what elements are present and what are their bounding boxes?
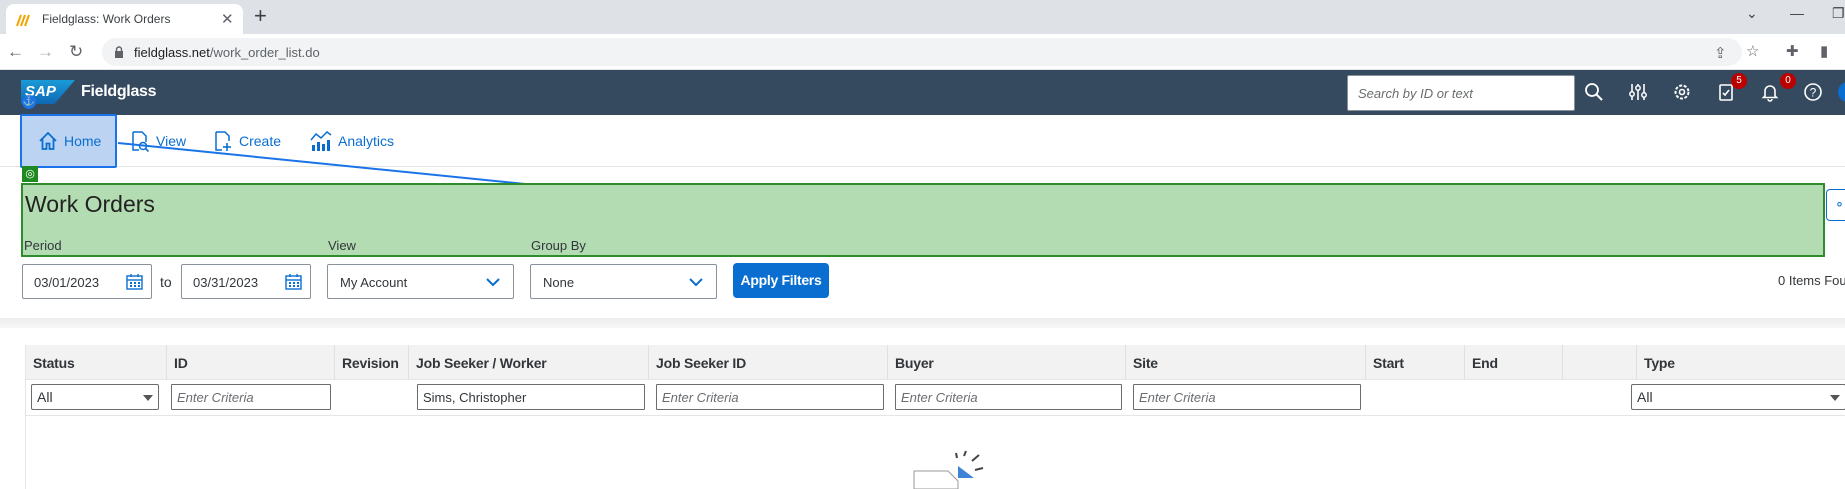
column-header-type[interactable]: Type [1637,345,1845,380]
more-options-button[interactable]: ⚬⚬ [1826,189,1845,221]
loading-spinner-icon [913,450,984,489]
table-header-row: Status ID Revision Job Seeker / Worker J… [26,345,1845,380]
apply-filters-button[interactable]: Apply Filters [733,263,829,298]
items-found-count: 0 Items Fou [1778,273,1845,288]
period-label: Period [24,238,62,253]
period-from-value: 03/01/2023 [34,275,100,290]
calendar-icon[interactable] [126,273,143,290]
job-seeker-id-filter-input[interactable]: Enter Criteria [656,384,884,410]
dropdown-arrow-icon [143,395,153,401]
period-to-value: 03/31/2023 [193,275,259,290]
group-by-label: Group By [531,238,586,253]
worker-filter-input[interactable]: Sims, Christopher [417,384,645,410]
group-by-select-value: None [543,275,575,290]
column-header-site[interactable]: Site [1126,345,1366,380]
calendar-icon[interactable] [285,273,302,290]
buyer-filter-input[interactable]: Enter Criteria [895,384,1122,410]
view-select[interactable]: My Account [327,264,514,299]
column-header-worker[interactable]: Job Seeker / Worker [409,345,649,380]
period-from-date-input[interactable]: 03/01/2023 [22,264,152,299]
site-filter-input[interactable]: Enter Criteria [1133,384,1361,410]
chevron-down-icon [486,278,500,287]
view-label: View [328,238,356,253]
work-orders-header: Work Orders Period View Group By [21,183,1825,257]
period-to-label: to [160,274,172,290]
column-header-id[interactable]: ID [167,345,335,380]
column-header-buyer[interactable]: Buyer [888,345,1126,380]
group-by-select[interactable]: None [530,264,717,299]
column-header-start[interactable]: Start [1366,345,1465,380]
period-to-date-input[interactable]: 03/31/2023 [181,264,311,299]
id-filter-input[interactable]: Enter Criteria [171,384,331,410]
column-header-revision[interactable]: Revision [335,345,409,380]
column-header-job-seeker-id[interactable]: Job Seeker ID [649,345,888,380]
chevron-down-icon [689,278,703,287]
target-icon: ◎ [22,166,38,182]
column-header-blank[interactable] [1563,345,1637,380]
status-filter-value: All [37,389,53,405]
view-select-value: My Account [340,275,408,290]
column-header-end[interactable]: End [1465,345,1563,380]
column-header-status[interactable]: Status [26,345,167,380]
dropdown-arrow-icon [1830,395,1840,401]
section-divider [0,318,1845,328]
page-title: Work Orders [25,191,155,217]
type-filter-select[interactable]: All [1631,384,1845,410]
status-filter-select[interactable]: All [31,384,159,410]
type-filter-value: All [1637,389,1653,405]
